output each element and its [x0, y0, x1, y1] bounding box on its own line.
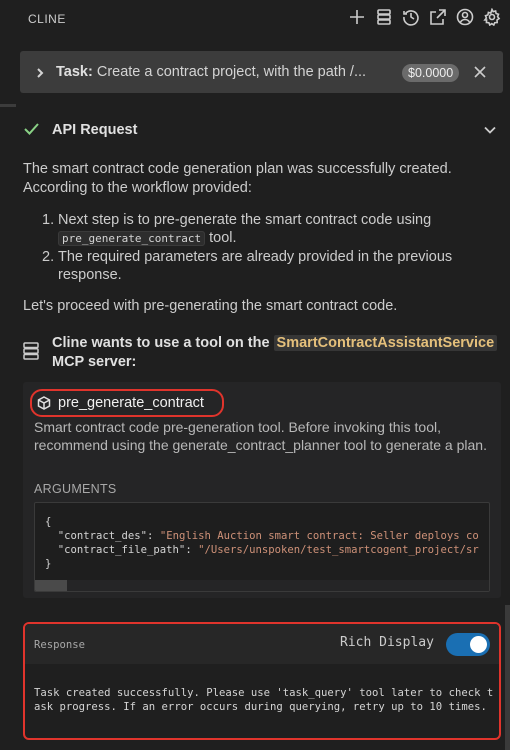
history-icon[interactable] — [401, 7, 421, 27]
vertical-scrollbar[interactable] — [505, 605, 510, 750]
api-request-label: API Request — [52, 122, 138, 138]
arguments-json: { "contract_des": "English Auction smart… — [45, 516, 479, 570]
cube-icon — [37, 396, 51, 410]
toggle-knob — [470, 636, 487, 653]
settings-icon[interactable] — [482, 7, 502, 27]
scrollbar-thumb[interactable] — [35, 580, 67, 591]
list-item: 2. The required parameters are already p… — [42, 249, 453, 283]
tool-name-chip: pre_generate_contract — [30, 389, 224, 417]
panel-header: CLINE — [0, 0, 510, 38]
response-panel: Response Rich Display Task created succe… — [23, 622, 501, 740]
rich-display-label: Rich Display — [340, 635, 434, 650]
mcp-server-name: SmartContractAssistantService — [273, 335, 498, 351]
task-title: Task: Create a contract project, with th… — [56, 64, 378, 80]
message-intro: The smart contract code generation plan … — [23, 161, 452, 196]
api-request-row[interactable]: API Request — [23, 120, 503, 140]
task-text: Create a contract project, with the path… — [92, 64, 367, 80]
check-icon — [23, 120, 40, 140]
chevron-right-icon[interactable] — [34, 66, 46, 78]
tool-card: pre_generate_contract Smart contract cod… — [23, 382, 501, 598]
arguments-label: ARGUMENTS — [34, 482, 117, 496]
message-outro: Let's proceed with pre-generating the sm… — [23, 298, 398, 314]
rich-display-toggle[interactable] — [446, 633, 490, 656]
close-icon[interactable] — [473, 65, 487, 79]
panel-title: CLINE — [28, 12, 66, 26]
scroll-marker — [0, 104, 16, 107]
tool-description: Smart contract code pre-generation tool.… — [34, 419, 487, 453]
task-cost-badge: $0.0000 — [402, 64, 460, 82]
horizontal-scrollbar[interactable] — [35, 580, 489, 591]
steps-list: 1. Next step is to pre-generate the smar… — [23, 211, 493, 284]
chevron-down-icon[interactable] — [483, 123, 497, 140]
server-icon[interactable] — [374, 7, 394, 27]
response-text: Task created successfully. Please use 't… — [34, 687, 494, 713]
response-header: Response Rich Display — [25, 624, 499, 664]
task-prefix: Task: — [56, 64, 93, 80]
task-header[interactable]: Task: Create a contract project, with th… — [20, 51, 503, 93]
external-link-icon[interactable] — [428, 7, 448, 27]
account-icon[interactable] — [455, 7, 475, 27]
tool-name: pre_generate_contract — [58, 395, 204, 411]
response-label: Response — [34, 639, 86, 651]
list-item: 1. Next step is to pre-generate the smar… — [42, 212, 432, 246]
arguments-code-block[interactable]: { "contract_des": "English Auction smart… — [34, 502, 490, 592]
plus-icon[interactable] — [347, 7, 367, 27]
header-actions — [347, 7, 502, 27]
inline-code: pre_generate_contract — [58, 231, 206, 246]
tool-use-heading: Cline wants to use a tool on the SmartCo… — [52, 334, 504, 371]
